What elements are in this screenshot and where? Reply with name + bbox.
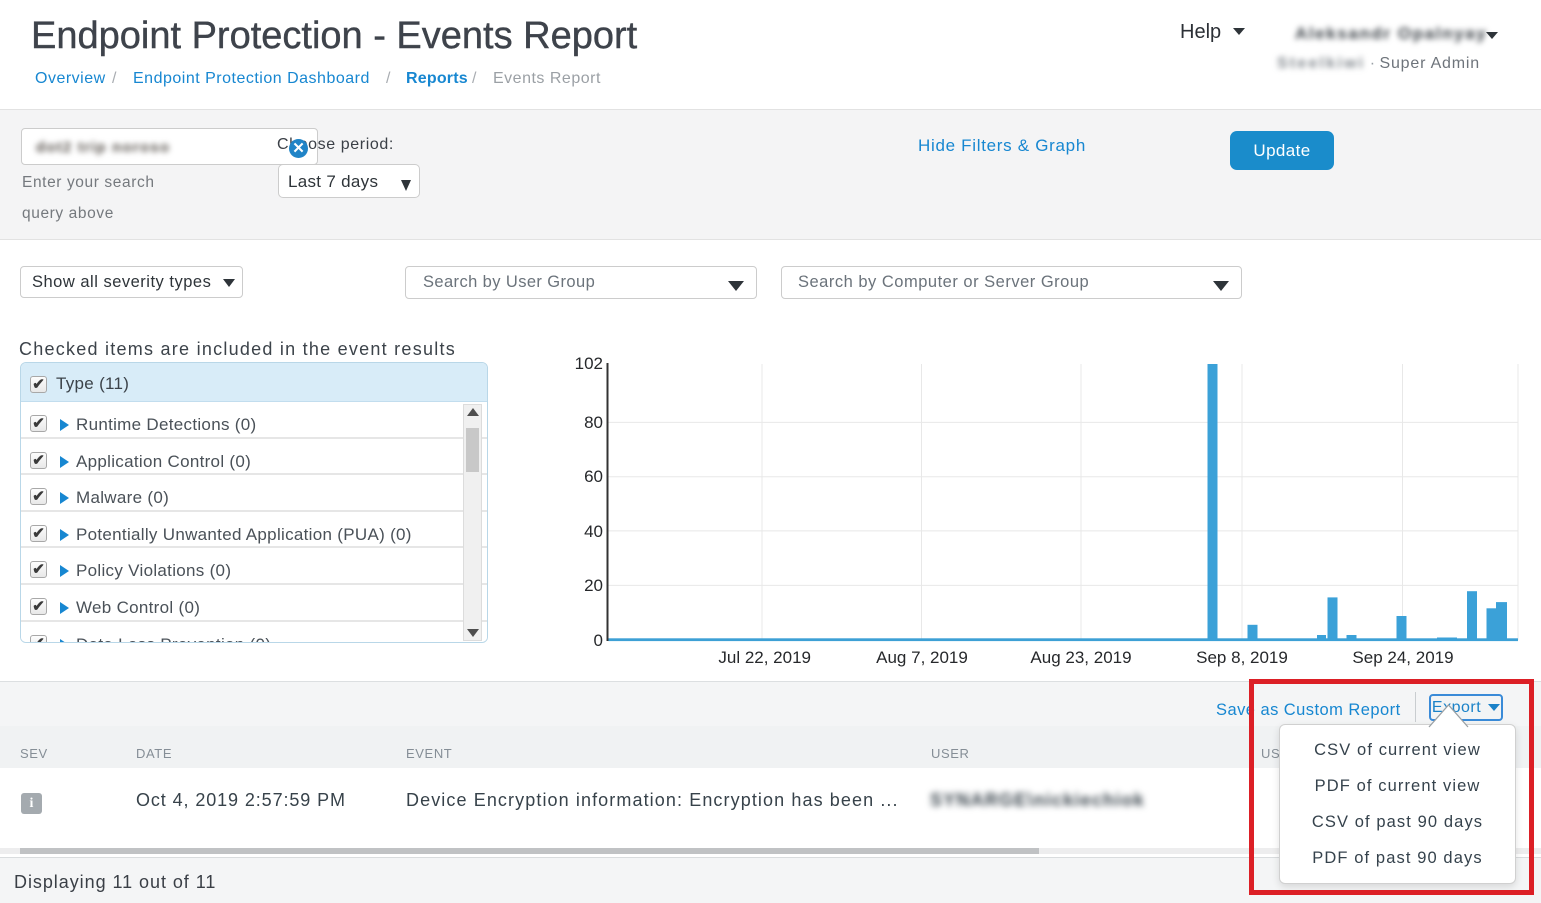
svg-text:80: 80 <box>584 413 603 432</box>
svg-text:Sep 8, 2019: Sep 8, 2019 <box>1196 648 1288 667</box>
svg-text:40: 40 <box>584 522 603 541</box>
svg-text:Sep 24, 2019: Sep 24, 2019 <box>1352 648 1453 667</box>
svg-text:Aug 23, 2019: Aug 23, 2019 <box>1030 648 1131 667</box>
svg-text:20: 20 <box>584 576 603 595</box>
svg-text:Jul 22, 2019: Jul 22, 2019 <box>718 648 811 667</box>
svg-text:0: 0 <box>594 631 603 650</box>
svg-text:60: 60 <box>584 467 603 486</box>
svg-text:Aug 7, 2019: Aug 7, 2019 <box>876 648 968 667</box>
svg-text:102: 102 <box>575 354 603 373</box>
